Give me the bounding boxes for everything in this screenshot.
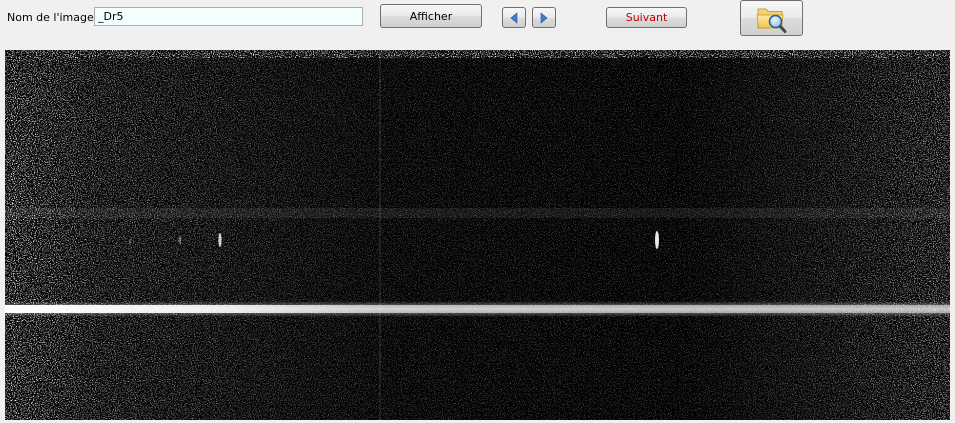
next-arrow-button[interactable] <box>532 7 556 28</box>
spectrogram-image <box>5 50 950 420</box>
image-display <box>5 50 950 420</box>
image-name-label: Nom de l'image : <box>7 11 101 24</box>
folder-search-icon <box>756 8 786 33</box>
next-button[interactable]: Suivant <box>606 7 687 28</box>
browse-folder-button[interactable] <box>740 0 803 36</box>
triangle-left-icon <box>510 11 518 24</box>
previous-arrow-button[interactable] <box>502 7 526 28</box>
image-name-input[interactable] <box>94 7 363 26</box>
show-button[interactable]: Afficher <box>380 4 482 28</box>
triangle-right-icon <box>540 11 548 24</box>
